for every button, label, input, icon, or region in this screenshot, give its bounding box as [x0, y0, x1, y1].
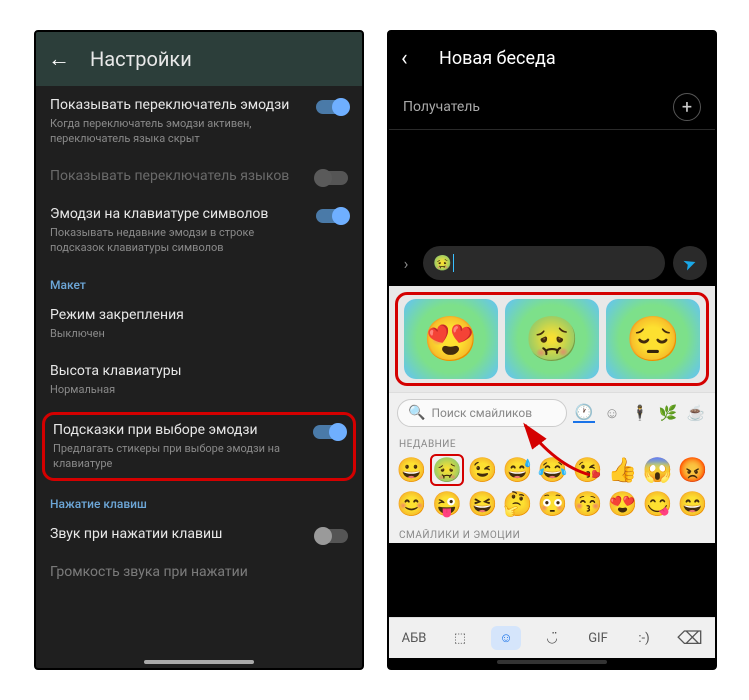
header: ← Настройки: [36, 32, 362, 86]
category-food-icon[interactable]: ☕: [685, 404, 707, 422]
setting-title: Подсказки при выборе эмодзи: [53, 421, 301, 439]
toggle: [316, 171, 348, 185]
nav-gesture-bar[interactable]: [497, 660, 607, 664]
input-emoji: 🤢: [433, 254, 452, 272]
section-keys: Нажатие клавиш: [36, 485, 362, 515]
emoji-cell[interactable]: 😚: [571, 488, 604, 520]
settings-screen: ← Настройки Показывать переключатель эмо…: [34, 30, 364, 670]
sticker-tab-icon[interactable]: ⬚: [445, 631, 475, 646]
recent-label: НЕДАВНИЕ: [389, 433, 715, 452]
emoji-cell[interactable]: 😘: [571, 454, 604, 486]
emoji-cell[interactable]: 👍: [606, 454, 639, 486]
expand-icon[interactable]: ›: [397, 254, 415, 273]
message-input[interactable]: 🤢: [423, 246, 665, 280]
back-arrow-icon[interactable]: ‹: [401, 46, 425, 71]
category-recent-icon[interactable]: 🕐: [573, 403, 595, 423]
search-icon: 🔍: [408, 405, 425, 421]
emoji-cell[interactable]: 😄: [676, 488, 709, 520]
chat-screen: ‹ Новая беседа Получатель + › 🤢 ➤ 😍 🤢 😔 …: [387, 30, 717, 670]
emotions-label: СМАЙЛИКИ И ЭМОЦИИ: [389, 522, 715, 543]
setting-desc: Предлагать стикеры при выборе эмодзи на …: [53, 442, 301, 472]
emoji-cell[interactable]: 😅: [501, 454, 534, 486]
emoji-cell[interactable]: 😂: [536, 454, 569, 486]
compose-row: › 🤢 ➤: [389, 240, 715, 286]
section-layout: Макет: [36, 266, 362, 296]
emoji-cell[interactable]: 😍: [606, 488, 639, 520]
setting-title: Высота клавиатуры: [50, 362, 336, 380]
kaomoji-tab-icon[interactable]: ◡̈: [537, 631, 567, 646]
search-placeholder: Поиск смайликов: [431, 406, 532, 420]
emoji-keyboard: 🔍 Поиск смайликов 🕐 ☺ 🕴 🌿 ☕ НЕДАВНИЕ 😀🤢😉…: [389, 392, 715, 543]
setting-emoji-hints-highlighted[interactable]: Подсказки при выборе эмодзи Предлагать с…: [42, 412, 356, 481]
emoji-tab-icon[interactable]: ☺: [491, 626, 521, 650]
nav-gesture-bar[interactable]: [144, 660, 254, 664]
abc-button[interactable]: АБВ: [399, 631, 429, 646]
toggle[interactable]: [316, 100, 348, 114]
sticker-highlight-box: 😍 🤢 😔: [395, 292, 709, 386]
setting-key-sound[interactable]: Звук при нажатии клавиш: [36, 515, 362, 553]
recipient-row[interactable]: Получатель +: [389, 85, 715, 130]
send-icon: ➤: [680, 252, 699, 274]
emoji-cell[interactable]: 😳: [536, 488, 569, 520]
emoji-cell[interactable]: 😀: [395, 454, 428, 486]
send-button[interactable]: ➤: [673, 246, 707, 280]
setting-title: Звук при нажатии клавиш: [50, 525, 304, 543]
setting-kb-height[interactable]: Высота клавиатуры Нормальная: [36, 352, 362, 408]
emoji-cell[interactable]: 😆: [466, 488, 499, 520]
sticker-nauseous[interactable]: 🤢: [505, 299, 599, 379]
add-recipient-button[interactable]: +: [673, 93, 701, 121]
sticker-sleepy-sick[interactable]: 😔: [606, 299, 700, 379]
setting-desc: Нормальная: [50, 383, 336, 398]
keyboard-bottom-bar: АБВ ⬚ ☺ ◡̈ GIF :-) ⌫: [389, 617, 715, 658]
setting-pin-mode[interactable]: Режим закрепления Выключен: [36, 296, 362, 352]
textface-tab[interactable]: :-): [629, 631, 659, 646]
category-people-icon[interactable]: 🕴: [629, 404, 651, 422]
emoji-cell[interactable]: 😉: [466, 454, 499, 486]
sticker-suggestions: 😍 🤢 😔: [389, 286, 715, 392]
setting-desc: Выключен: [50, 327, 336, 342]
gif-tab[interactable]: GIF: [583, 631, 613, 646]
text-cursor: [453, 254, 454, 272]
chat-body: [389, 130, 715, 240]
toggle[interactable]: [316, 529, 348, 543]
setting-title: Громкость звука при нажатии: [50, 563, 336, 581]
setting-lang-switch: Показывать переключатель языков: [36, 157, 362, 195]
emoji-cell[interactable]: 😡: [676, 454, 709, 486]
page-title: Настройки: [90, 47, 192, 71]
category-nature-icon[interactable]: 🌿: [657, 404, 679, 422]
setting-title: Показывать переключатель эмодзи: [50, 96, 304, 114]
toggle[interactable]: [313, 425, 345, 439]
emoji-cell[interactable]: 😜: [430, 488, 464, 520]
setting-desc: Показывать недавние эмодзи в строке подс…: [50, 226, 304, 256]
setting-emoji-switch[interactable]: Показывать переключатель эмодзи Когда пе…: [36, 86, 362, 157]
recipient-label: Получатель: [403, 99, 480, 115]
sticker-love-sick[interactable]: 😍: [404, 299, 498, 379]
setting-desc: Когда переключатель эмодзи активен, пере…: [50, 117, 304, 147]
emoji-cell[interactable]: 😱: [641, 454, 674, 486]
setting-emoji-symbols[interactable]: Эмодзи на клавиатуре символов Показывать…: [36, 195, 362, 266]
emoji-search[interactable]: 🔍 Поиск смайликов: [397, 399, 567, 427]
setting-title: Режим закрепления: [50, 306, 336, 324]
emoji-grid-recent: 😀🤢😉😅😂😘👍😱😡 😊😜😆🤔😳😚😍😋😄: [389, 452, 715, 522]
emoji-cell[interactable]: 😊: [395, 488, 428, 520]
emoji-cell[interactable]: 🤔: [501, 488, 534, 520]
emoji-toolbar: 🔍 Поиск смайликов 🕐 ☺ 🕴 🌿 ☕: [389, 392, 715, 433]
setting-title: Эмодзи на клавиатуре символов: [50, 205, 304, 223]
setting-title: Показывать переключатель языков: [50, 167, 304, 185]
category-smileys-icon[interactable]: ☺: [601, 404, 623, 422]
emoji-cell[interactable]: 🤢: [430, 454, 464, 486]
back-arrow-icon[interactable]: ←: [48, 46, 72, 72]
toggle[interactable]: [316, 209, 348, 223]
emoji-cell[interactable]: 😋: [641, 488, 674, 520]
page-title: Новая беседа: [439, 48, 556, 69]
backspace-button[interactable]: ⌫: [675, 628, 705, 649]
header: ‹ Новая беседа: [389, 32, 715, 85]
setting-key-volume: Громкость звука при нажатии: [36, 553, 362, 591]
